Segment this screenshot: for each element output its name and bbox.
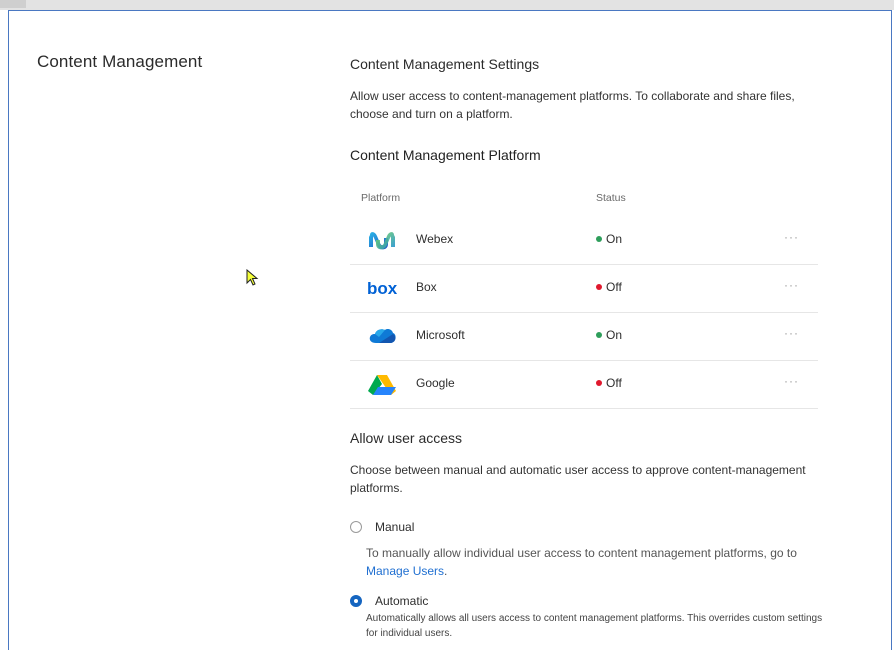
platform-table: Webex On ··· box Box Off ··· Microsoft O… [350, 217, 818, 409]
table-row: Google Off ··· [350, 361, 818, 409]
status-badge: On [596, 328, 622, 342]
platform-heading: Content Management Platform [350, 147, 541, 163]
status-badge: On [596, 232, 622, 246]
status-text: Off [606, 376, 622, 390]
access-heading: Allow user access [350, 430, 463, 446]
status-dot-icon [596, 332, 602, 338]
platform-name: Microsoft [416, 328, 465, 342]
automatic-radio[interactable] [350, 595, 362, 607]
table-row: Webex On ··· [350, 217, 818, 265]
column-status: Status [596, 192, 626, 204]
more-options-button[interactable]: ··· [784, 374, 799, 388]
section-title: Content Management [37, 52, 203, 71]
box-icon: box [367, 279, 397, 298]
automatic-help: Automatically allows all users access to… [366, 613, 823, 639]
manage-users-link[interactable]: Manage Users [366, 564, 444, 578]
more-options-button[interactable]: ··· [784, 230, 799, 244]
platform-name: Box [416, 280, 437, 294]
platform-name: Webex [416, 232, 454, 246]
table-row: Microsoft On ··· [350, 313, 818, 361]
webex-icon [369, 232, 395, 250]
status-dot-icon [596, 236, 602, 242]
status-dot-icon [596, 380, 602, 386]
more-options-button[interactable]: ··· [784, 278, 799, 292]
status-text: On [606, 328, 623, 342]
manual-help-text: To manually allow individual user access… [366, 546, 797, 560]
column-platform: Platform [361, 192, 401, 204]
settings-heading: Content Management Settings [350, 56, 540, 72]
mouse-cursor-icon [246, 269, 259, 286]
svg-text:box: box [367, 279, 397, 298]
manual-radio[interactable] [350, 521, 362, 533]
onedrive-icon [369, 329, 396, 343]
settings-panel: Content Management Content Management Se… [8, 10, 892, 650]
status-text: On [606, 232, 623, 246]
manual-help-suffix: . [444, 564, 448, 578]
status-badge: Off [596, 376, 622, 390]
google-drive-icon [368, 375, 396, 395]
top-notch [0, 0, 26, 8]
more-options-button[interactable]: ··· [784, 326, 799, 340]
status-dot-icon [596, 284, 602, 290]
access-description: Choose between manual and automatic user… [350, 463, 806, 495]
manual-help: To manually allow individual user access… [366, 544, 826, 580]
status-text: Off [606, 280, 622, 294]
top-strip [0, 0, 894, 10]
settings-description: Allow user access to content-management … [350, 89, 795, 121]
platform-name: Google [416, 376, 455, 390]
automatic-label: Automatic [375, 594, 429, 608]
status-badge: Off [596, 280, 622, 294]
manual-label: Manual [375, 520, 415, 534]
table-row: box Box Off ··· [350, 265, 818, 313]
